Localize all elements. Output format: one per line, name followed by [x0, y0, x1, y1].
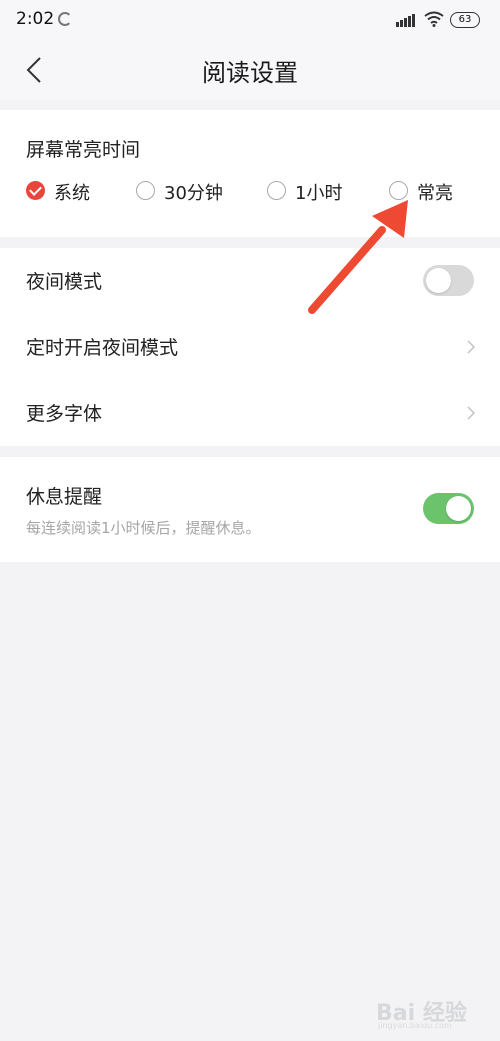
rest-reminder-toggle[interactable]	[423, 493, 474, 524]
display-settings-section: 夜间模式 定时开启夜间模式 更多字体	[0, 248, 500, 446]
rest-reminder-label: 休息提醒	[26, 486, 103, 508]
radio-unchecked-icon	[267, 181, 286, 200]
chevron-right-icon	[467, 406, 476, 420]
radio-label: 1小时	[295, 183, 343, 204]
scheduled-night-mode-label: 定时开启夜间模式	[26, 337, 179, 359]
chevron-right-icon	[467, 340, 476, 354]
page-title: 阅读设置	[202, 59, 298, 87]
loading-circle-icon	[58, 12, 72, 26]
rest-reminder-section: 休息提醒 每连续阅读1小时候后，提醒休息。	[0, 457, 500, 562]
battery-indicator: 63	[450, 12, 480, 28]
toggle-knob	[426, 268, 451, 293]
radio-checked-icon	[26, 181, 45, 200]
more-fonts-label: 更多字体	[26, 403, 103, 425]
radio-option-system[interactable]: 系统	[26, 178, 96, 204]
radio-label: 30分钟	[164, 183, 223, 204]
status-time: 2:02	[16, 9, 55, 29]
status-bar: 2:02 63	[0, 0, 500, 40]
cellular-signal-icon	[396, 13, 416, 27]
radio-option-1hour[interactable]: 1小时	[267, 178, 347, 204]
night-mode-row: 夜间模式	[0, 248, 500, 314]
radio-label: 常亮	[417, 183, 453, 204]
screen-timeout-title: 屏幕常亮时间	[26, 139, 141, 161]
radio-option-always-on[interactable]: 常亮	[389, 178, 459, 204]
scheduled-night-mode-row[interactable]: 定时开启夜间模式	[0, 314, 500, 380]
rest-reminder-description: 每连续阅读1小时候后，提醒休息。	[26, 519, 261, 537]
night-mode-toggle[interactable]	[423, 265, 474, 296]
radio-unchecked-icon	[389, 181, 408, 200]
toggle-knob	[446, 496, 471, 521]
screen-timeout-section: 屏幕常亮时间 系统 30分钟 1小时 常亮	[0, 110, 500, 237]
radio-unchecked-icon	[136, 181, 155, 200]
night-mode-label: 夜间模式	[26, 271, 103, 293]
more-fonts-row[interactable]: 更多字体	[0, 380, 500, 446]
watermark-subtext: jingyan.baidu.com	[378, 1021, 452, 1030]
radio-label: 系统	[54, 183, 90, 204]
wifi-icon	[424, 11, 444, 27]
header: 阅读设置	[0, 40, 500, 100]
radio-option-30min[interactable]: 30分钟	[136, 178, 226, 204]
watermark-logo: Bai 经验 jingyan.baidu.com	[376, 995, 476, 1031]
